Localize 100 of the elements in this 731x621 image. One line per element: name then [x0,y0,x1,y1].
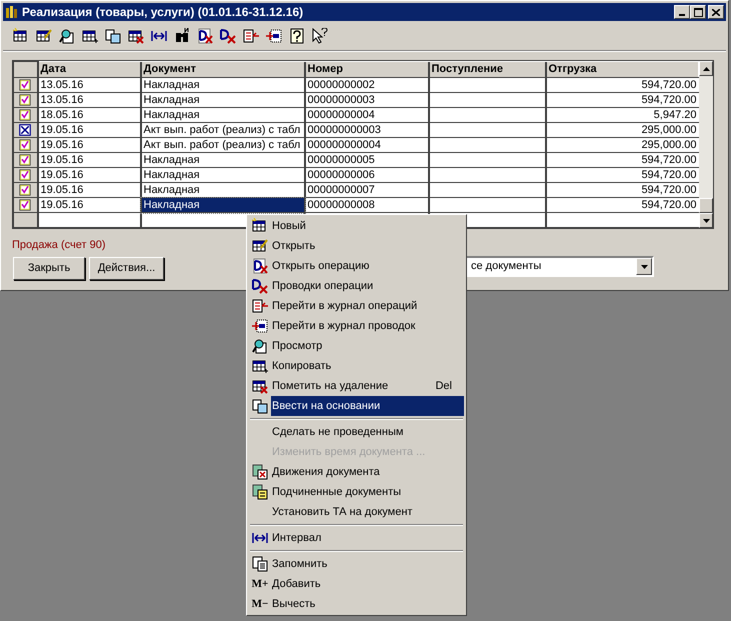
copy-record-icon [252,358,268,374]
table-cell: 19.05.16 [38,122,140,138]
toolbar-button[interactable] [105,28,121,44]
toolbar-button[interactable] [197,28,213,44]
toolbar-button[interactable] [82,28,98,44]
table-cell: Накладная [140,108,304,122]
menu-item[interactable]: Пометить на удаление Del [249,376,464,396]
new-record-icon [252,218,268,234]
column-header[interactable]: Номер [304,62,428,78]
edit-record-icon [252,238,268,254]
subordinate-documents-icon [252,484,268,500]
close-icon [712,8,720,16]
table-cell: Накладная [140,198,304,212]
table-cell: 18.05.16 [38,108,140,122]
document-dk-icon [252,258,268,274]
table-cell: 19.05.16 [38,152,140,168]
pointer-help-icon [312,28,328,44]
menu-item[interactable]: Новый [249,216,464,236]
menu-glyph: M− [252,596,268,612]
menu-item[interactable]: Открыть [249,236,464,256]
shortcut-label: Del [435,378,453,394]
help-icon [289,28,305,44]
app-icon [5,5,19,19]
toolbar-button[interactable] [59,28,75,44]
column-header[interactable]: Отгрузка [546,62,698,78]
table-cell: 13.05.16 [38,92,140,108]
menu-item[interactable]: Запомнить [249,554,464,574]
delete-record-icon [128,28,144,44]
document-dk-icon [197,28,213,44]
table-cell: Накладная [140,92,304,108]
toolbar-button[interactable] [220,28,236,44]
table-cell: 19.05.16 [38,138,140,152]
toolbar-button[interactable] [13,28,29,44]
table-cell: Накладная [140,168,304,182]
table-cell: 00000000003 [304,92,428,108]
menu-item[interactable]: Интервал [249,528,464,548]
dialog-button[interactable]: Действия... [89,256,164,280]
toolbar-button[interactable] [36,28,52,44]
account-label: Продажа (счет 90) [12,239,106,251]
new-record-icon [13,28,29,44]
close-button[interactable] [708,5,724,19]
table-cell: 00000000007 [304,182,428,198]
menu-item[interactable]: Копировать [249,356,464,376]
menu-item[interactable]: Перейти в журнал проводок [249,316,464,336]
minimize-button[interactable] [674,5,690,19]
table-cell: 00000000006 [304,168,428,182]
menu-item[interactable]: Подчиненные документы [249,482,464,502]
down-arrow-icon [640,264,648,268]
column-header[interactable]: Поступление [428,62,546,78]
column-header[interactable]: Дата [38,62,140,78]
maximize-icon [694,8,702,16]
menu-item[interactable]: Движения документа [249,462,464,482]
table-cell: 00000000004 [304,108,428,122]
menu-item[interactable]: M− Вычесть [249,594,464,614]
scroll-down-button[interactable] [699,213,713,228]
dk-icon [252,278,268,294]
dropdown-button[interactable] [636,258,652,275]
down-arrow-icon [702,218,710,222]
dk-icon [220,28,236,44]
toolbar-button[interactable] [289,28,305,44]
menu-glyph: M+ [252,576,268,592]
maximize-button[interactable] [690,5,706,19]
menu-item[interactable]: Просмотр [249,336,464,356]
scrollbar[interactable] [699,61,713,228]
magnifier-icon [252,338,268,354]
table-cell: 000000000003 [304,122,428,138]
dropdown-value: се документы [471,259,542,274]
table-cell: 00000000005 [304,152,428,168]
toolbar-button[interactable] [128,28,144,44]
table-cell: Акт вып. работ (реализ) с табл [140,122,304,138]
magnifier-icon [59,28,75,44]
edit-record-icon [36,28,52,44]
menu-label: Пометить на удаление [271,378,388,394]
copy-record-icon [82,28,98,44]
menu-item[interactable]: Сделать не проведенным [249,422,464,442]
menu-item[interactable]: Перейти в журнал операций [249,296,464,316]
table-cell: 00000000002 [304,78,428,92]
table-cell: 19.05.16 [38,168,140,182]
table-cell: Акт вып. работ (реализ) с табл [140,138,304,152]
delete-record-icon [252,378,268,394]
menu-item[interactable]: Проводки операции [249,276,464,296]
column-header[interactable]: Документ [140,62,304,78]
window-title: Реализация (товары, услуги) (01.01.16-31.12.16) [22,4,304,21]
scroll-up-button[interactable] [699,61,713,76]
up-arrow-icon [702,66,710,70]
menu-item[interactable]: Установить ТА на документ [249,502,464,522]
document-movement-icon [252,464,268,480]
toolbar-button[interactable] [312,28,328,44]
documents-icon [105,28,121,44]
table-cell: Накладная [140,78,304,92]
dialog-button[interactable]: Закрыть [13,256,85,280]
menu-item[interactable]: M+ Добавить [249,574,464,594]
table-cell: 13.05.16 [38,78,140,92]
table-cell: 19.05.16 [38,182,140,198]
documents-icon [252,398,268,414]
interval-icon [252,530,268,546]
clipboard-copy-icon [252,556,268,572]
scroll-thumb[interactable] [699,198,713,213]
table-cell: Накладная [140,152,304,168]
table-cell: 000000000004 [304,138,428,152]
